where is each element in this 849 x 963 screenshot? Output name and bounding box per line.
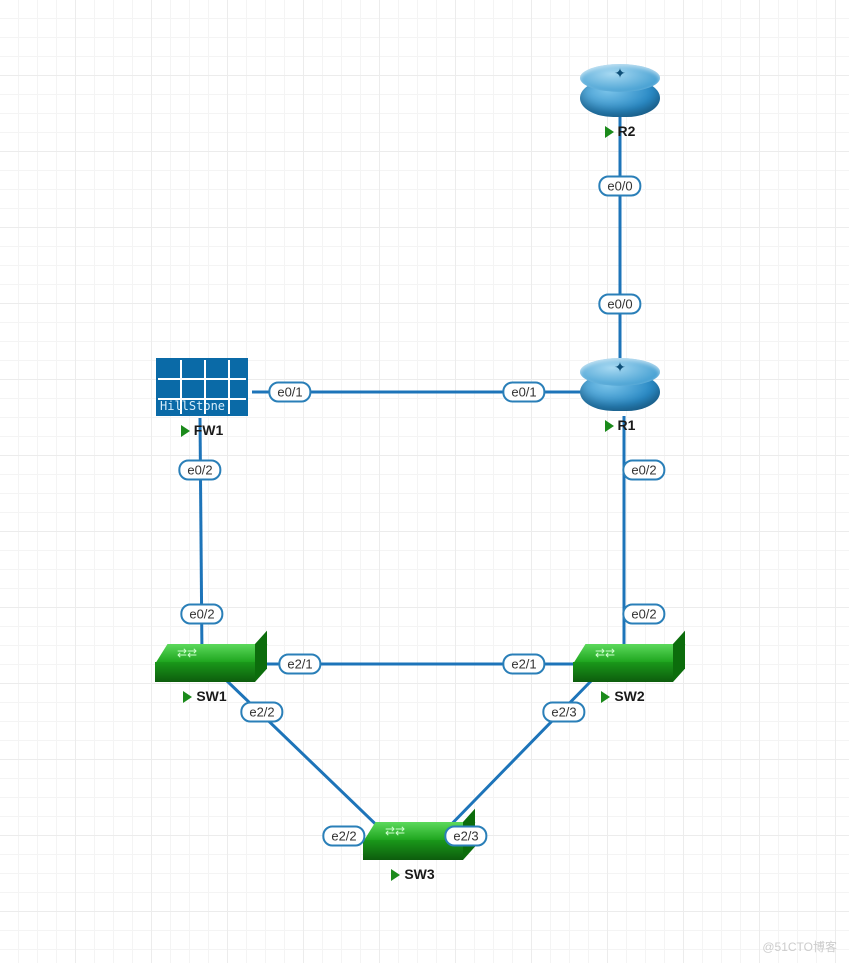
node-label: FW1: [194, 422, 224, 438]
running-icon: [601, 691, 610, 703]
node-sw1[interactable]: ⇄⇄ SW1: [150, 644, 260, 704]
node-label: R1: [618, 417, 636, 433]
iface-badge: e0/2: [178, 460, 221, 481]
iface-badge: e0/1: [502, 382, 545, 403]
link-layer: [0, 0, 849, 963]
iface-badge: e0/2: [622, 604, 665, 625]
node-r1[interactable]: ✦ R1: [575, 356, 665, 433]
iface-badge: e0/2: [622, 460, 665, 481]
running-icon: [605, 420, 614, 432]
node-label: SW1: [196, 688, 226, 704]
iface-badge: e2/2: [322, 826, 365, 847]
iface-badge: e2/3: [542, 702, 585, 723]
topology-canvas: ✦ R2 ✦ R1 HillStone FW1 ⇄⇄ SW1 ⇄⇄ SW2 ⇄⇄…: [0, 0, 849, 963]
node-sw2[interactable]: ⇄⇄ SW2: [568, 644, 678, 704]
node-label: R2: [618, 123, 636, 139]
iface-badge: e2/3: [444, 826, 487, 847]
running-icon: [391, 869, 400, 881]
watermark: @51CTO博客: [762, 938, 837, 955]
iface-badge: e0/2: [180, 604, 223, 625]
iface-badge: e0/1: [268, 382, 311, 403]
firewall-icon: HillStone: [156, 358, 248, 416]
iface-badge: e2/1: [502, 654, 545, 675]
node-fw1[interactable]: HillStone FW1: [152, 358, 252, 438]
running-icon: [605, 126, 614, 138]
iface-badge: e2/2: [240, 702, 283, 723]
router-icon: ✦: [580, 356, 660, 411]
iface-badge: e2/1: [278, 654, 321, 675]
switch-icon: ⇄⇄: [155, 644, 255, 682]
node-label: SW2: [614, 688, 644, 704]
iface-badge: e0/0: [598, 294, 641, 315]
iface-badge: e0/0: [598, 176, 641, 197]
running-icon: [183, 691, 192, 703]
node-r2[interactable]: ✦ R2: [575, 62, 665, 139]
node-label: SW3: [404, 866, 434, 882]
running-icon: [181, 425, 190, 437]
switch-icon: ⇄⇄: [573, 644, 673, 682]
router-icon: ✦: [580, 62, 660, 117]
